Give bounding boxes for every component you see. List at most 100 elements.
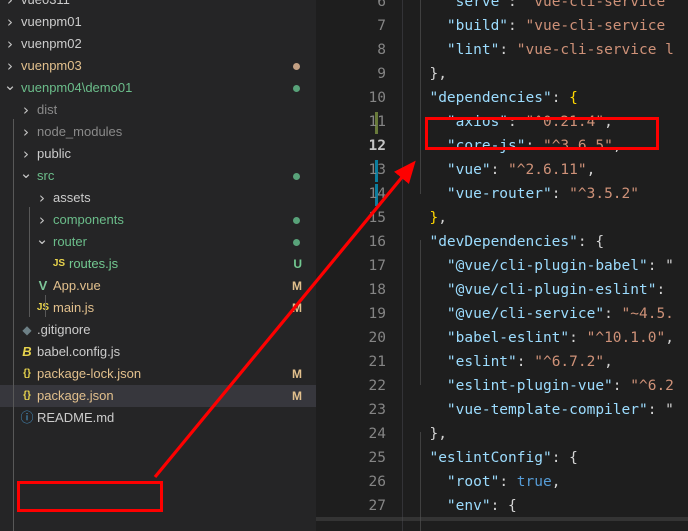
code-text: "@vue/cli-service": "~4.5. <box>446 306 674 322</box>
code-text: "eslint-plugin-vue": "^6.2 <box>446 378 674 394</box>
tree-folder-row[interactable]: › dist <box>0 99 316 121</box>
code-text: "lint": "vue-cli-service l <box>446 42 674 58</box>
code-line[interactable]: 26 "root": true, <box>316 470 688 494</box>
code-line[interactable]: 16 "devDependencies": { <box>316 230 688 254</box>
tree-item-label: babel.config.js <box>37 344 121 359</box>
info-icon: ⓘ <box>20 410 34 425</box>
chevron-right-icon[interactable]: › <box>3 55 17 77</box>
tree-folder-row[interactable]: › public <box>0 143 316 165</box>
code-line[interactable]: 23 "vue-template-compiler": " <box>316 398 688 422</box>
tree-item-label: components <box>53 212 124 227</box>
tree-file-row[interactable]: ⓘ README.md <box>0 407 316 429</box>
tree-file-row[interactable]: {} package.json M <box>0 385 316 407</box>
code-line[interactable]: 17 "@vue/cli-plugin-babel": " <box>316 254 688 278</box>
chevron-right-icon[interactable]: › <box>3 0 17 11</box>
editor-horizontal-scrollbar[interactable] <box>316 517 688 521</box>
chevron-down-icon[interactable]: ⌄ <box>3 77 17 93</box>
line-number: 17 <box>368 258 386 274</box>
tree-item-label: main.js <box>53 300 95 315</box>
vscode-window: › vue0311 › vuenpm01 › vuenpm02 › vuenpm03 ⌄ vuen… <box>0 0 688 531</box>
explorer-sidebar[interactable]: › vue0311 › vuenpm01 › vuenpm02 › vuenpm03 ⌄ vuen… <box>0 0 316 531</box>
chevron-right-icon[interactable]: › <box>3 11 17 33</box>
tree-folder-row[interactable]: › vue0311 <box>0 0 316 11</box>
code-line[interactable]: 21 "eslint": "^6.7.2", <box>316 350 688 374</box>
code-line[interactable]: 19 "@vue/cli-service": "~4.5. <box>316 302 688 326</box>
code-line[interactable]: 25 "eslintConfig": { <box>316 446 688 470</box>
code-editor[interactable]: 6 "serve": "vue-cli-service 7 "build": "v… <box>316 0 688 531</box>
line-number: 13 <box>368 162 386 178</box>
chevron-right-icon[interactable]: › <box>19 143 33 165</box>
code-text: "axios": "^0.21.4", <box>446 114 613 130</box>
code-line[interactable]: 12 "core-js": "^3.6.5", <box>316 134 688 158</box>
chevron-right-icon[interactable]: › <box>35 209 49 231</box>
code-line[interactable]: 13 "vue": "^2.6.11", <box>316 158 688 182</box>
tree-folder-row[interactable]: › assets <box>0 187 316 209</box>
chevron-down-icon[interactable]: ⌄ <box>19 165 33 181</box>
code-line[interactable]: 20 "babel-eslint": "^10.1.0", <box>316 326 688 350</box>
tree-file-row[interactable]: JS main.js M <box>0 297 316 319</box>
tree-item-label: vuenpm01 <box>21 14 82 29</box>
line-number: 12 <box>368 138 386 154</box>
line-number: 21 <box>368 354 386 370</box>
code-text: "dependencies": { <box>429 90 578 106</box>
code-line[interactable]: 24 }, <box>316 422 688 446</box>
tree-item-label: dist <box>37 102 58 117</box>
tree-item-label: README.md <box>37 410 115 425</box>
tree-folder-row[interactable]: › components <box>0 209 316 231</box>
line-number: 9 <box>377 66 386 82</box>
line-number: 6 <box>377 0 386 10</box>
line-number: 11 <box>368 114 386 130</box>
line-number: 15 <box>368 210 386 226</box>
json-icon: {} <box>23 390 31 401</box>
line-number: 27 <box>368 498 386 514</box>
line-number: 19 <box>368 306 386 322</box>
tree-folder-row[interactable]: ⌄ vuenpm04\demo01 <box>0 77 316 99</box>
code-text: }, <box>412 426 447 442</box>
code-text: }, <box>412 66 447 82</box>
code-line[interactable]: 9 }, <box>316 62 688 86</box>
code-text: "vue-template-compiler": " <box>446 402 674 418</box>
code-line[interactable]: 8 "lint": "vue-cli-service l <box>316 38 688 62</box>
tree-item-label: package-lock.json <box>37 366 142 381</box>
code-text: "root": true, <box>446 474 561 490</box>
chevron-right-icon[interactable]: › <box>35 187 49 209</box>
tree-file-row[interactable]: JS routes.js U <box>0 253 316 275</box>
code-line[interactable]: 18 "@vue/cli-plugin-eslint": <box>316 278 688 302</box>
tree-file-row[interactable]: Bbabel.config.js <box>0 341 316 363</box>
code-line[interactable]: 15 }, <box>316 206 688 230</box>
code-text: "devDependencies": { <box>429 234 605 250</box>
tree-folder-row[interactable]: › node_modules <box>0 121 316 143</box>
tree-folder-row[interactable]: › vuenpm03 <box>0 55 316 77</box>
chevron-right-icon[interactable]: › <box>19 99 33 121</box>
tree-folder-row[interactable]: ⌄ router <box>0 231 316 253</box>
tree-item-label: vuenpm02 <box>21 36 82 51</box>
tree-file-row[interactable]: {} package-lock.json M <box>0 363 316 385</box>
tree-file-row[interactable]: ◆ .gitignore <box>0 319 316 341</box>
tree-folder-row[interactable]: › vuenpm01 <box>0 11 316 33</box>
line-number: 26 <box>368 474 386 490</box>
chevron-right-icon[interactable]: › <box>3 33 17 55</box>
tree-folder-row[interactable]: › vuenpm02 <box>0 33 316 55</box>
chevron-right-icon[interactable]: › <box>19 121 33 143</box>
line-number: 7 <box>377 18 386 34</box>
line-number: 25 <box>368 450 386 466</box>
line-number: 23 <box>368 402 386 418</box>
code-text: "vue-router": "^3.5.2" <box>446 186 639 202</box>
code-text: "babel-eslint": "^10.1.0", <box>446 330 674 346</box>
code-line[interactable]: 10 "dependencies": { <box>316 86 688 110</box>
code-line[interactable]: 27 "env": { <box>316 494 688 518</box>
tree-file-row[interactable]: V App.vue M <box>0 275 316 297</box>
tree-item-label: .gitignore <box>37 322 91 337</box>
code-line[interactable]: 11 "axios": "^0.21.4", <box>316 110 688 134</box>
chevron-down-icon[interactable]: ⌄ <box>35 231 49 247</box>
code-line[interactable]: 7 "build": "vue-cli-service <box>316 14 688 38</box>
js-icon: JS <box>52 258 66 269</box>
code-line[interactable]: 6 "serve": "vue-cli-service <box>316 0 688 14</box>
code-line[interactable]: 22 "eslint-plugin-vue": "^6.2 <box>316 374 688 398</box>
tree-item-label: vue0311 <box>21 0 70 11</box>
tree-item-label: App.vue <box>53 278 101 293</box>
code-line[interactable]: 14 "vue-router": "^3.5.2" <box>316 182 688 206</box>
tree-folder-row[interactable]: ⌄ src <box>0 165 316 187</box>
code-text: }, <box>429 210 447 226</box>
code-text: "vue": "^2.6.11", <box>446 162 596 178</box>
